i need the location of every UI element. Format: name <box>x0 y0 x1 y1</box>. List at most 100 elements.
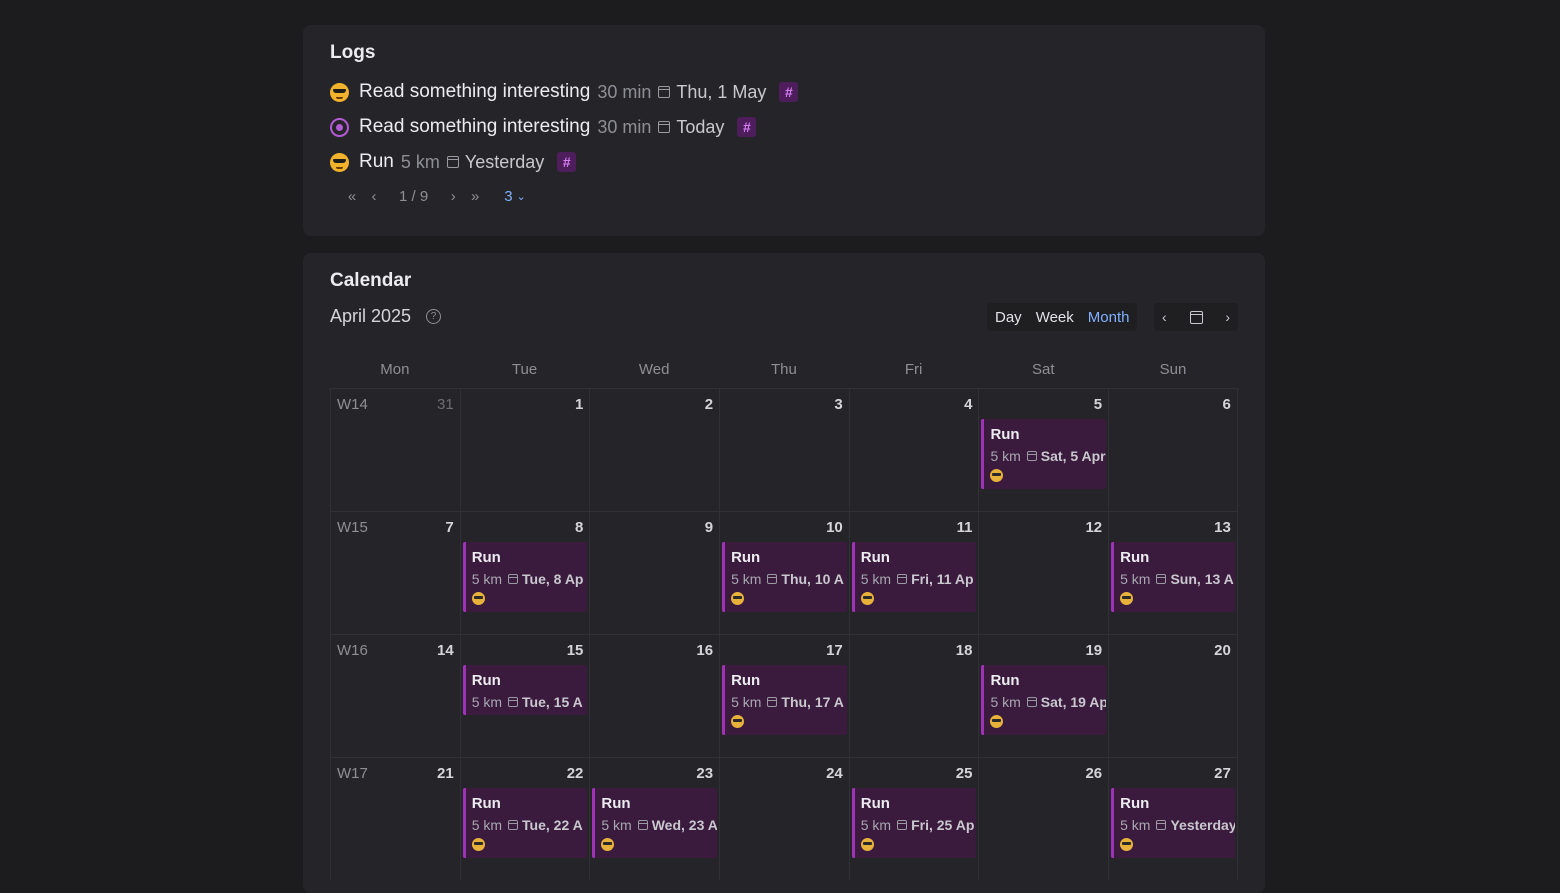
event-distance: 5 km <box>990 448 1021 464</box>
day-cell[interactable]: 26 <box>978 758 1108 880</box>
chevron-down-icon[interactable]: ⌄ <box>517 190 526 203</box>
day-cell[interactable]: 23 Run 5 km Wed, 23 A <box>589 758 719 880</box>
day-cell[interactable]: 19 Run 5 km Sat, 19 Ap <box>978 635 1108 757</box>
event-title: Run <box>990 426 1020 443</box>
calendar-icon <box>658 121 671 133</box>
log-item[interactable]: Read something interesting 30 min Thu, 1… <box>330 78 799 106</box>
calendar-icon <box>508 574 519 584</box>
calendar-event[interactable]: Run 5 km Fri, 11 Ap <box>851 542 977 612</box>
calendar-event[interactable]: Run 5 km Thu, 10 A <box>722 542 847 612</box>
calendar-event[interactable]: Run 5 km Wed, 23 A <box>592 788 718 858</box>
view-week-button[interactable]: Week <box>1034 309 1076 326</box>
help-icon[interactable]: ? <box>426 309 441 324</box>
chevron-right-icon[interactable]: › <box>1225 309 1230 325</box>
day-cell[interactable]: 5 Run 5 km Sat, 5 Apr <box>978 389 1108 511</box>
day-cell[interactable]: W14 31 <box>330 389 460 511</box>
log-duration: 30 min <box>597 81 652 102</box>
day-number: 22 <box>566 765 584 782</box>
calendar-event[interactable]: Run 5 km Fri, 25 Ap <box>851 788 977 858</box>
calendar-event[interactable]: Run 5 km Tue, 22 A <box>462 788 588 858</box>
event-date: Thu, 10 A <box>781 571 844 587</box>
day-number: 19 <box>1085 642 1103 659</box>
event-title: Run <box>731 672 761 689</box>
week-number: W14 <box>337 396 368 413</box>
mood-emoji-icon <box>471 592 485 605</box>
day-cell[interactable]: 27 Run 5 km Yesterday <box>1108 758 1238 880</box>
first-page-button[interactable]: « <box>341 188 363 205</box>
day-cell[interactable]: W16 14 <box>330 635 460 757</box>
pagination: « ‹ 1 / 9 › » 3 ⌄ <box>341 188 526 205</box>
event-date: Wed, 23 A <box>651 817 718 833</box>
event-date: Sat, 5 Apr <box>1040 448 1106 464</box>
view-day-button[interactable]: Day <box>993 309 1024 326</box>
today-calendar-icon[interactable] <box>1189 310 1203 324</box>
event-date: Sat, 19 Ap <box>1040 694 1107 710</box>
calendar-event[interactable]: Run 5 km Sun, 13 A <box>1111 542 1235 612</box>
chevron-left-icon[interactable]: ‹ <box>1162 309 1167 325</box>
calendar-event[interactable]: Run 5 km Tue, 15 A <box>462 665 588 715</box>
calendar-event[interactable]: Run 5 km Sat, 5 Apr <box>981 419 1107 489</box>
day-cell[interactable]: 10 Run 5 km Thu, 10 A <box>719 512 849 634</box>
day-cell[interactable]: 3 <box>719 389 849 511</box>
day-cell[interactable]: 15 Run 5 km Tue, 15 A <box>459 635 590 757</box>
calendar-event[interactable]: Run 5 km Thu, 17 A <box>722 665 847 735</box>
day-cell[interactable]: 18 <box>848 635 979 757</box>
day-cell[interactable]: 6 <box>1108 389 1238 511</box>
day-cell[interactable]: 20 <box>1108 635 1238 757</box>
day-cell[interactable]: 4 <box>848 389 979 511</box>
day-cell[interactable]: 25 Run 5 km Fri, 25 Ap <box>848 758 979 880</box>
day-cell[interactable]: 2 <box>589 389 719 511</box>
log-title[interactable]: Read something interesting <box>359 116 590 138</box>
tag-button[interactable]: # <box>557 152 577 172</box>
day-cell[interactable]: 11 Run 5 km Fri, 11 Ap <box>848 512 979 634</box>
day-number: 23 <box>696 765 714 782</box>
week-row: W14 31 1 2 3 4 5 Run 5 km Sat, 5 Apr 6 <box>330 388 1238 511</box>
event-title: Run <box>601 795 631 812</box>
log-title[interactable]: Run <box>359 151 394 173</box>
calendar-event[interactable]: Run 5 km Yesterday <box>1111 788 1235 858</box>
calendar-event[interactable]: Run 5 km Tue, 8 Ap <box>462 542 588 612</box>
view-month-button[interactable]: Month <box>1086 309 1132 326</box>
log-item[interactable]: Run 5 km Yesterday # <box>330 148 577 176</box>
day-cell[interactable]: W15 7 <box>330 512 460 634</box>
week-row: W15 7 8 Run 5 km Tue, 8 Ap 9 10 Run 5 km Thu, 10 A… <box>330 511 1238 634</box>
day-cell[interactable]: W17 21 <box>330 758 460 880</box>
event-date: Thu, 17 A <box>781 694 844 710</box>
next-page-button[interactable]: › <box>442 188 464 205</box>
day-cell[interactable]: 9 <box>589 512 719 634</box>
event-distance: 5 km <box>990 694 1021 710</box>
day-number: 12 <box>1085 519 1103 536</box>
calendar-icon <box>1156 574 1167 584</box>
page-indicator: 1 / 9 <box>399 188 429 205</box>
prev-page-button[interactable]: ‹ <box>363 188 385 205</box>
tag-button[interactable]: # <box>737 117 757 137</box>
day-cell[interactable]: 1 <box>459 389 590 511</box>
day-number: 13 <box>1214 519 1231 536</box>
calendar-icon <box>897 574 908 584</box>
mood-emoji-icon <box>990 469 1004 482</box>
calendar-event[interactable]: Run 5 km Sat, 19 Ap <box>981 665 1107 735</box>
day-cell[interactable]: 17 Run 5 km Thu, 17 A <box>719 635 849 757</box>
log-title[interactable]: Read something interesting <box>359 81 590 103</box>
log-item[interactable]: Read something interesting 30 min Today … <box>330 113 757 141</box>
calendar-icon <box>897 820 908 830</box>
event-meta: 5 km Sat, 5 Apr <box>990 448 1106 464</box>
day-cell[interactable]: 8 Run 5 km Tue, 8 Ap <box>459 512 590 634</box>
day-cell[interactable]: 12 <box>978 512 1108 634</box>
tag-button[interactable]: # <box>779 82 799 102</box>
last-page-button[interactable]: » <box>464 188 486 205</box>
day-cell[interactable]: 16 <box>589 635 719 757</box>
day-cell[interactable]: 22 Run 5 km Tue, 22 A <box>459 758 590 880</box>
weekday-label: Fri <box>904 361 923 378</box>
day-number: 21 <box>437 765 454 782</box>
event-meta: 5 km Wed, 23 A <box>601 817 717 833</box>
day-cell[interactable]: 24 <box>719 758 849 880</box>
mood-emoji-icon <box>860 838 874 851</box>
page-size-select[interactable]: 3 <box>504 188 512 205</box>
day-cell[interactable]: 13 Run 5 km Sun, 13 A <box>1108 512 1238 634</box>
event-meta: 5 km Tue, 8 Ap <box>472 571 588 587</box>
event-date: Fri, 11 Ap <box>911 571 974 587</box>
calendar-nav: ‹ › <box>1154 303 1238 331</box>
week-number: W17 <box>337 765 368 782</box>
event-title: Run <box>1120 795 1150 812</box>
